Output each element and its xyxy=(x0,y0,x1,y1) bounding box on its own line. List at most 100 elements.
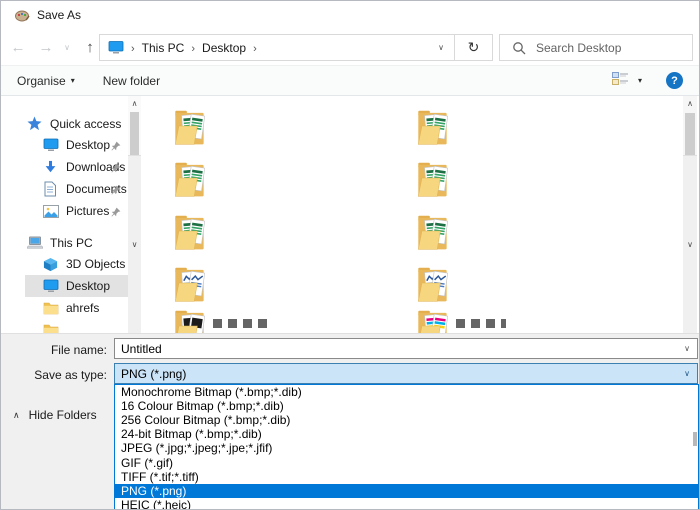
folder-item[interactable] xyxy=(173,263,207,305)
dialog-body: Quick access Desktop Downloads Documents… xyxy=(1,96,699,333)
sidebar-item-3d-objects[interactable]: 3D Objects xyxy=(1,253,128,275)
star-icon xyxy=(27,116,43,132)
folder-item[interactable] xyxy=(173,211,207,253)
download-icon xyxy=(43,159,59,175)
sidebar-group-quick-access[interactable]: Quick access xyxy=(1,113,128,134)
breadcrumb-chevron-icon[interactable]: ∨ xyxy=(438,43,444,52)
history-chevron-icon[interactable]: ∨ xyxy=(59,29,75,65)
dropdown-option[interactable]: 24-bit Bitmap (*.bmp;*.dib) xyxy=(115,427,698,441)
caret-down-icon: ▾ xyxy=(70,76,75,85)
file-name-label: File name: xyxy=(50,343,107,357)
folder-item[interactable] xyxy=(416,211,450,253)
save-as-type-dropdown: Monochrome Bitmap (*.bmp;*.dib) 16 Colour… xyxy=(114,384,699,509)
folder-item[interactable] xyxy=(416,263,450,305)
save-as-type-combobox[interactable]: PNG (*.png) ∨ xyxy=(114,363,698,384)
navigation-pane: Quick access Desktop Downloads Documents… xyxy=(1,96,128,333)
file-list xyxy=(141,96,684,333)
scroll-down-icon[interactable]: ∨ xyxy=(683,155,697,333)
folder-item[interactable] xyxy=(173,158,207,200)
navigation-bar: ← → ∨ ↑ › This PC › Desktop › ∨ ↻ xyxy=(1,29,699,65)
sidebar-item-label: Pictures xyxy=(66,204,110,218)
scroll-up-icon[interactable]: ∧ xyxy=(128,96,141,110)
search-icon xyxy=(512,41,526,55)
sidebar-group-label: Quick access xyxy=(50,116,122,131)
breadcrumb-separator-icon: › xyxy=(253,42,257,55)
sidebar-item-label: Desktop xyxy=(66,138,111,152)
breadcrumb-separator-icon: › xyxy=(131,42,135,55)
dropdown-option[interactable]: JPEG (*.jpg;*.jpeg;*.jpe;*.jfif) xyxy=(115,441,698,455)
view-options-icon xyxy=(611,72,630,89)
dropdown-option[interactable]: 16 Colour Bitmap (*.bmp;*.dib) xyxy=(115,399,698,413)
dropdown-option[interactable]: PNG (*.png) xyxy=(115,483,698,498)
sidebar-group-label: This PC xyxy=(50,235,93,250)
sidebar-item-desktop[interactable]: Desktop xyxy=(1,134,128,156)
pin-icon xyxy=(111,140,121,151)
new-folder-button[interactable]: New folder xyxy=(103,74,160,88)
folder-item[interactable] xyxy=(416,106,450,148)
monitor-icon xyxy=(43,137,59,153)
chevron-down-icon[interactable]: ∨ xyxy=(677,369,697,378)
file-name-combobox[interactable]: ∨ xyxy=(114,338,698,359)
pin-icon xyxy=(111,162,121,173)
search-input[interactable] xyxy=(534,39,692,56)
hide-folders-button[interactable]: ∧ Hide Folders xyxy=(13,408,97,422)
chevron-up-icon: ∧ xyxy=(13,409,20,420)
sidebar-item-documents[interactable]: Documents xyxy=(1,178,128,200)
dropdown-scrollbar-thumb[interactable] xyxy=(693,432,697,446)
folder-item[interactable] xyxy=(173,306,207,333)
sidebar-item-downloads[interactable]: Downloads xyxy=(1,156,128,178)
organise-button[interactable]: Organise ▾ xyxy=(17,74,75,88)
breadcrumb[interactable]: › This PC › Desktop › ∨ xyxy=(99,34,455,61)
folder-item[interactable] xyxy=(416,306,450,333)
view-options-button[interactable]: ▾ xyxy=(611,72,642,89)
document-icon xyxy=(43,181,59,197)
sidebar-scrollbar[interactable]: ∧ ∨ xyxy=(128,96,141,333)
search-box[interactable] xyxy=(499,34,693,61)
app-image-icon xyxy=(14,7,30,23)
hide-folders-label: Hide Folders xyxy=(28,408,97,422)
scroll-down-icon[interactable]: ∨ xyxy=(128,155,141,333)
clipped-filename xyxy=(213,319,271,328)
help-button[interactable]: ? xyxy=(666,72,683,89)
command-toolbar: Organise ▾ New folder ▾ ? xyxy=(1,65,699,96)
window-title: Save As xyxy=(37,8,82,22)
desktop-icon xyxy=(108,41,124,54)
sidebar-item-label: 3D Objects xyxy=(66,257,126,271)
file-name-input[interactable] xyxy=(115,340,677,357)
folder-item[interactable] xyxy=(173,106,207,148)
clipped-filename xyxy=(456,319,506,328)
organise-label: Organise xyxy=(17,73,66,88)
sidebar-item-pictures[interactable]: Pictures xyxy=(1,200,128,222)
chevron-down-icon[interactable]: ∨ xyxy=(677,344,697,353)
pin-icon xyxy=(111,184,121,195)
sidebar-item-desktop[interactable]: Desktop xyxy=(1,275,128,297)
save-as-type-label: Save as type: xyxy=(34,368,107,382)
save-as-type-value: PNG (*.png) xyxy=(121,366,187,381)
dropdown-option[interactable]: Monochrome Bitmap (*.bmp;*.dib) xyxy=(115,385,698,399)
back-icon[interactable]: ← xyxy=(5,29,31,65)
pin-icon xyxy=(111,206,121,217)
breadcrumb-item[interactable]: This PC xyxy=(142,41,185,55)
sidebar-group-this-pc[interactable]: This PC xyxy=(1,232,128,253)
sidebar-item-clipped[interactable] xyxy=(1,319,128,333)
file-list-scrollbar[interactable]: ∧ ∨ xyxy=(683,96,697,333)
computer-icon xyxy=(27,235,43,251)
cube-icon xyxy=(43,256,59,272)
folder-item[interactable] xyxy=(416,158,450,200)
forward-icon[interactable]: → xyxy=(33,29,59,65)
sidebar-item-label: Desktop xyxy=(66,279,111,293)
refresh-button[interactable]: ↻ xyxy=(455,34,493,61)
caret-down-icon: ▾ xyxy=(637,76,642,85)
dropdown-option[interactable]: HEIC (*.heic) xyxy=(115,498,698,509)
folder-icon xyxy=(43,322,59,333)
dropdown-option[interactable]: GIF (*.gif) xyxy=(115,456,698,470)
dropdown-option[interactable]: TIFF (*.tif;*.tiff) xyxy=(115,470,698,484)
dropdown-option[interactable]: 256 Colour Bitmap (*.bmp;*.dib) xyxy=(115,413,698,427)
save-as-dialog: Save As ← → ∨ ↑ ›This PC›Desktop› ∨ ↻ Or… xyxy=(0,0,700,510)
monitor-icon xyxy=(43,278,59,294)
sidebar-item-ahrefs[interactable]: ahrefs xyxy=(1,297,128,319)
scroll-up-icon[interactable]: ∧ xyxy=(683,96,697,110)
breadcrumb-item[interactable]: Desktop xyxy=(202,41,246,55)
folder-icon xyxy=(43,300,59,316)
picture-icon xyxy=(43,203,59,219)
